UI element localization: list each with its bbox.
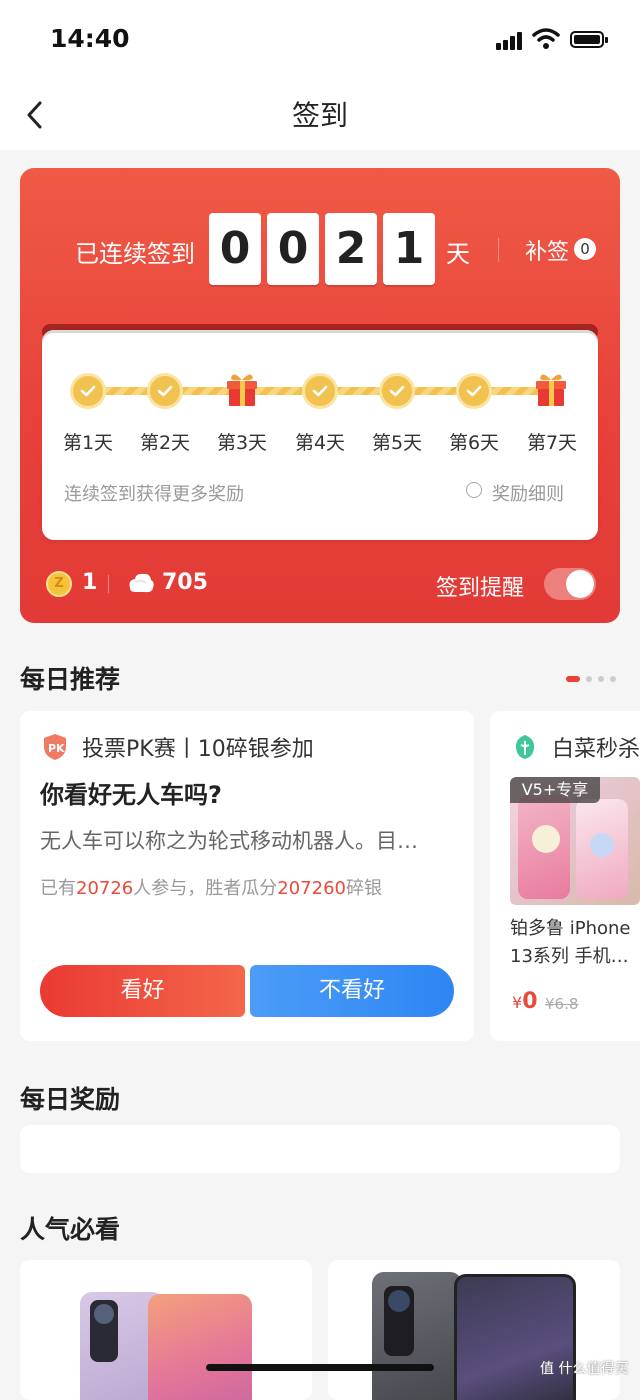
signal-icon bbox=[496, 32, 524, 50]
carousel-dot bbox=[598, 676, 604, 682]
vote-yes-button[interactable]: 看好 bbox=[40, 965, 245, 1017]
popular-product-card[interactable] bbox=[20, 1260, 312, 1400]
section-title-popular: 人气必看 bbox=[20, 1215, 121, 1244]
section-title-daily-reward: 每日奖励 bbox=[20, 1085, 121, 1114]
watermark: 值 什么值得买 bbox=[540, 1361, 629, 1377]
streak-digit: 0 bbox=[209, 213, 261, 285]
section-title-daily-recommend: 每日推荐 bbox=[20, 665, 121, 694]
popular-product-card[interactable] bbox=[328, 1260, 620, 1400]
reward-hint: 连续签到获得更多奖励 bbox=[64, 484, 244, 505]
daily-reward-panel bbox=[20, 1125, 620, 1173]
day-label: 第6天 bbox=[448, 432, 500, 454]
check-icon bbox=[302, 373, 338, 409]
day-label: 第3天 bbox=[216, 432, 268, 454]
streak-digit: 1 bbox=[383, 213, 435, 285]
day-label: 第2天 bbox=[139, 432, 191, 454]
day-label: 第4天 bbox=[294, 432, 346, 454]
checkin-reminder-label: 签到提醒 bbox=[436, 576, 525, 601]
divider bbox=[108, 575, 109, 593]
streak-label: 已连续签到 bbox=[75, 240, 195, 268]
page-title: 签到 bbox=[291, 99, 348, 132]
checkin-reminder-toggle[interactable] bbox=[544, 568, 596, 600]
deal-header: 白菜秒杀 bbox=[552, 737, 640, 762]
vote-no-button[interactable]: 不看好 bbox=[250, 965, 454, 1017]
battery-icon bbox=[570, 31, 608, 48]
carousel-dot-active bbox=[566, 676, 580, 682]
pk-stats: 已有20726人参与，胜者瓜分207260碎银 bbox=[40, 878, 382, 899]
carousel-dot bbox=[610, 676, 616, 682]
svg-text:PK: PK bbox=[48, 742, 65, 755]
streak-digit: 0 bbox=[267, 213, 319, 285]
reward-rules-link[interactable]: 奖励细则 bbox=[466, 480, 564, 506]
day-label: 第7天 bbox=[526, 432, 578, 454]
day-label: 第1天 bbox=[62, 432, 114, 454]
divider bbox=[498, 238, 499, 262]
checkin-card: 已连续签到 0 0 2 1 天 补签 0 第1天 第2天 第3天 第4天 第5天… bbox=[20, 168, 620, 623]
makeup-count-badge: 0 bbox=[574, 238, 596, 260]
streak-day-suffix: 天 bbox=[446, 240, 470, 268]
deal-original-price: ¥6.8 bbox=[545, 995, 579, 1013]
gift-icon bbox=[227, 374, 257, 406]
silver-value: 705 bbox=[162, 570, 208, 595]
carousel-dot bbox=[586, 676, 592, 682]
product-image bbox=[454, 1274, 576, 1400]
pk-vote-card[interactable]: PK 投票PK赛丨10碎银参加 你看好无人车吗? 无人车可以称之为轮式移动机器人… bbox=[20, 711, 474, 1041]
product-image bbox=[372, 1272, 462, 1400]
home-indicator[interactable] bbox=[206, 1364, 434, 1371]
nav-bar: 签到 bbox=[0, 80, 640, 150]
pk-header: 投票PK赛丨10碎银参加 bbox=[82, 737, 314, 762]
makeup-checkin-button[interactable]: 补签 bbox=[525, 234, 569, 266]
status-bar: 14:40 bbox=[0, 0, 640, 80]
pk-participants: 20726 bbox=[76, 878, 134, 899]
cabbage-icon bbox=[515, 735, 535, 759]
deal-product-name: 铂多鲁 iPhone 13系列 手机… bbox=[510, 918, 631, 967]
product-image bbox=[148, 1294, 252, 1400]
check-icon bbox=[70, 373, 106, 409]
silver-icon bbox=[129, 573, 154, 593]
checkin-calendar: 第1天 第2天 第3天 第4天 第5天 第6天 第7天 连续签到获得更多奖励 奖… bbox=[42, 330, 598, 540]
check-icon bbox=[456, 373, 492, 409]
product-image: V5+专享 bbox=[510, 777, 640, 905]
info-icon bbox=[466, 482, 482, 498]
check-icon bbox=[379, 373, 415, 409]
pk-description: 无人车可以称之为轮式移动机器人。目… bbox=[40, 829, 418, 853]
deal-price: ¥0 bbox=[512, 989, 538, 1014]
deal-card[interactable]: 白菜秒杀 V5+专享 铂多鲁 iPhone 13系列 手机… ¥0 ¥6.8 bbox=[490, 711, 640, 1041]
coin-icon: Z bbox=[46, 571, 72, 597]
day-label: 第5天 bbox=[371, 432, 423, 454]
check-icon bbox=[147, 373, 183, 409]
status-time: 14:40 bbox=[50, 24, 130, 53]
pk-shield-icon: PK bbox=[44, 734, 66, 760]
wifi-icon bbox=[532, 28, 560, 49]
pk-prize: 207260 bbox=[277, 878, 346, 899]
streak-digit: 2 bbox=[325, 213, 377, 285]
gift-icon bbox=[536, 374, 566, 406]
vip-badge: V5+专享 bbox=[510, 777, 600, 803]
pk-question: 你看好无人车吗? bbox=[40, 781, 222, 809]
coin-value: 1 bbox=[82, 570, 98, 595]
